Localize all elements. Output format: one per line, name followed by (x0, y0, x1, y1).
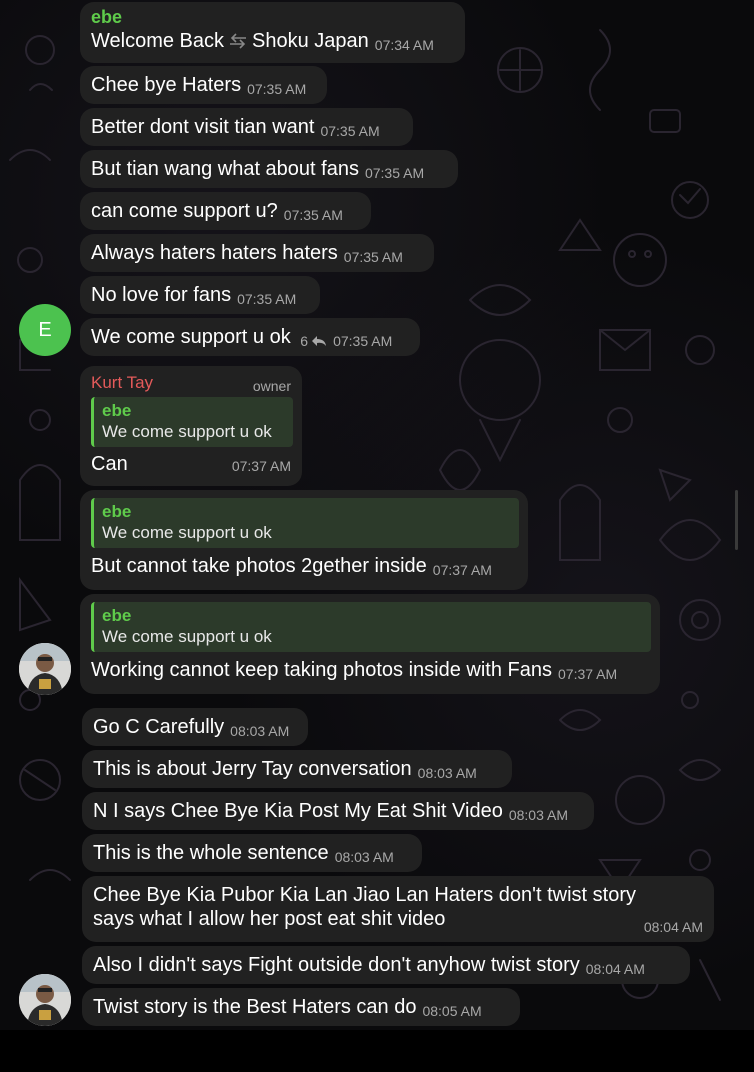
timestamp: 08:03 AM (334, 849, 394, 865)
message-bubble[interactable]: Chee bye Haters 07:35 AM (80, 66, 327, 104)
message-text: But tian wang what about fans (91, 158, 359, 180)
quote-sender: ebe (102, 401, 132, 420)
message-bubble[interactable]: Better dont visit tian want 07:35 AM (80, 108, 413, 146)
message-bubble[interactable]: Also I didn't says Fight outside don't a… (82, 946, 690, 984)
avatar-initial: E (38, 319, 52, 341)
timestamp: 07:34 AM (374, 37, 434, 53)
message-text: Can (91, 453, 128, 475)
timestamp: 07:35 AM (320, 123, 380, 139)
sender-name[interactable]: ebe (91, 5, 454, 29)
timestamp: 08:04 AM (643, 919, 703, 935)
message-bubble[interactable]: Always haters haters haters 07:35 AM (80, 234, 434, 272)
message-text: Also I didn't says Fight outside don't a… (93, 954, 580, 976)
message-bubble[interactable]: This is the whole sentence 08:03 AM (82, 834, 422, 872)
message-text-line2: says what I allow her post eat shit vide… (93, 908, 446, 930)
reply-quote[interactable]: ebe We come support u ok (91, 397, 293, 447)
timestamp: 07:37 AM (231, 458, 291, 474)
quote-text: We come support u ok (102, 422, 272, 441)
scrollbar-thumb[interactable] (735, 490, 738, 550)
avatar-photo[interactable] (19, 643, 71, 695)
message-text: Always haters haters haters (91, 242, 338, 264)
timestamp: 08:04 AM (585, 961, 645, 977)
reply-count-value: 6 (300, 333, 309, 349)
timestamp: 07:35 AM (333, 333, 393, 349)
back-arrow-icon (230, 33, 247, 49)
timestamp: 07:37 AM (432, 562, 492, 578)
message-text: can come support u? (91, 200, 278, 222)
message-text: N I says Chee Bye Kia Post My Eat Shit V… (93, 800, 503, 822)
message-bubble[interactable]: ebe We come support u ok Working cannot … (80, 594, 660, 694)
message-bubble[interactable]: ebe Welcome Back Shoku Japan 07:34 AM (80, 2, 465, 63)
message-bubble[interactable]: We come support u ok 6 07:35 AM (80, 318, 420, 356)
timestamp: 07:37 AM (558, 666, 618, 682)
message-bubble[interactable]: No love for fans 07:35 AM (80, 276, 320, 314)
message-bubble[interactable]: But tian wang what about fans 07:35 AM (80, 150, 458, 188)
role-badge: owner (252, 378, 291, 394)
timestamp: 08:05 AM (422, 1003, 482, 1019)
timestamp: 07:35 AM (364, 165, 425, 181)
message-bubble[interactable]: Chee Bye Kia Pubor Kia Lan Jiao Lan Hate… (82, 876, 714, 942)
timestamp: 07:35 AM (237, 291, 297, 307)
timestamp: 07:35 AM (247, 81, 307, 97)
avatar-photo[interactable] (19, 974, 71, 1026)
message-text: Welcome Back (91, 30, 225, 52)
chat-area[interactable]: ebe Welcome Back Shoku Japan 07:34 AM Chee… (0, 0, 754, 1030)
timestamp: 08:03 AM (417, 765, 477, 781)
message-bubble[interactable]: Go C Carefully 08:03 AM (82, 708, 308, 746)
message-text: But cannot take photos 2gether inside (91, 555, 427, 577)
reply-arrow-icon (312, 336, 327, 346)
message-bubble-owner[interactable]: Kurt Tay owner ebe We come support u ok … (80, 366, 302, 486)
message-bubble[interactable]: can come support u? 07:35 AM (80, 192, 371, 230)
message-text: Working cannot keep taking photos inside… (91, 659, 553, 681)
avatar[interactable]: E (19, 304, 71, 356)
message-bubble[interactable]: This is about Jerry Tay conversation 08:0… (82, 750, 512, 788)
user-photo-icon (19, 974, 71, 1026)
reply-quote[interactable]: ebe We come support u ok (91, 602, 651, 652)
reply-count[interactable]: 6 (300, 329, 331, 353)
message-text: Go C Carefully (93, 716, 225, 738)
message-text-line1: Chee Bye Kia Pubor Kia Lan Jiao Lan Hate… (93, 884, 636, 906)
quote-text: We come support u ok (102, 523, 272, 542)
timestamp: 07:35 AM (283, 207, 343, 223)
quote-text: We come support u ok (102, 627, 272, 646)
quote-sender: ebe (102, 502, 132, 521)
message-text: This is the whole sentence (93, 842, 329, 864)
timestamp: 08:03 AM (508, 807, 568, 823)
message-text: Chee bye Haters (91, 74, 242, 96)
message-text: We come support u ok (91, 326, 291, 348)
message-text: Twist story is the Best Haters can do (93, 996, 417, 1018)
message-text: Better dont visit tian want (91, 116, 315, 138)
user-photo-icon (19, 643, 71, 695)
quote-sender: ebe (102, 606, 132, 625)
bottom-bar (0, 1030, 754, 1072)
message-text-continued: Shoku Japan (252, 30, 369, 52)
message-bubble[interactable]: N I says Chee Bye Kia Post My Eat Shit V… (82, 792, 594, 830)
timestamp: 07:35 AM (343, 249, 403, 265)
reply-quote[interactable]: ebe We come support u ok (91, 498, 519, 548)
message-text: This is about Jerry Tay conversation (93, 758, 412, 780)
message-bubble[interactable]: Twist story is the Best Haters can do 08:… (82, 988, 520, 1026)
message-bubble[interactable]: ebe We come support u ok But cannot take… (80, 490, 528, 590)
timestamp: 08:03 AM (230, 723, 290, 739)
message-text: No love for fans (91, 284, 232, 306)
